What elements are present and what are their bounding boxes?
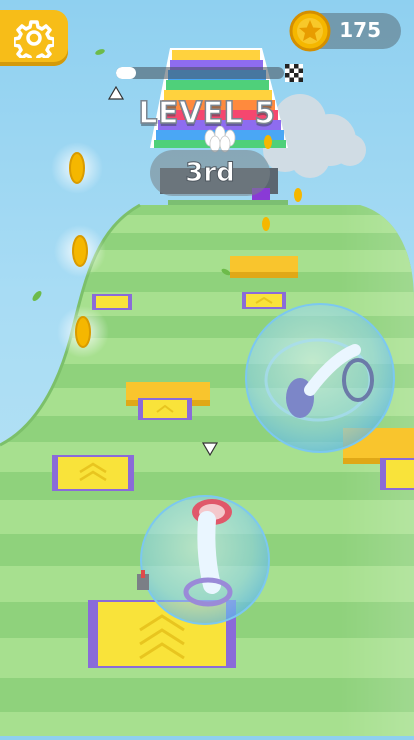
settings-button[interactable]: [0, 10, 68, 66]
boost-pad: [242, 292, 286, 309]
boost-pad: [92, 294, 132, 310]
gear-icon: [14, 20, 54, 58]
boost-pad: [138, 398, 192, 420]
level-progress-fill: [116, 67, 137, 79]
rival-hamster-ball: [245, 303, 395, 453]
coin-pickup: [54, 225, 106, 277]
rank-label: 3rd: [185, 158, 236, 189]
boost-pad: [52, 455, 134, 491]
race-rank: 3rd: [150, 150, 270, 196]
coin-pickup: [51, 142, 103, 194]
boost-pad: [380, 458, 414, 490]
star-coin-icon: [289, 10, 331, 52]
player-hamster-ball: [140, 495, 270, 625]
player-marker-icon: [202, 442, 218, 456]
checkered-flag-icon: [285, 64, 303, 82]
coin-counter: 175: [289, 10, 401, 52]
coin-count: 175: [339, 18, 381, 42]
level-title: LEVEL 5: [138, 95, 276, 132]
coin-pickup: [57, 306, 109, 358]
level-progress-bar: [116, 67, 284, 79]
